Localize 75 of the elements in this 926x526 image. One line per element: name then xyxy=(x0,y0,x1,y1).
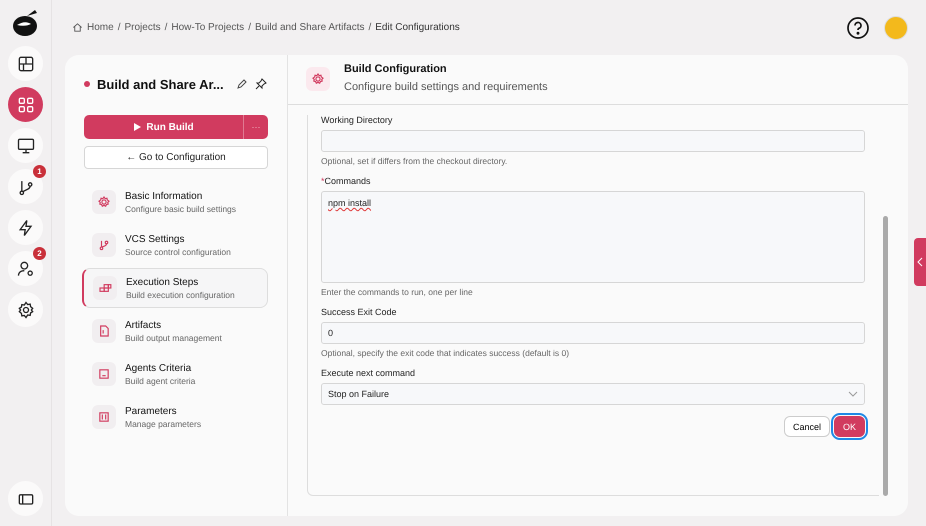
step-title: Parameters xyxy=(125,406,178,416)
step-subtitle: Configure basic build settings xyxy=(125,204,236,214)
step-subtitle: Build execution configuration xyxy=(126,290,235,300)
step-item[interactable]: Agents Criteria Build agent criteria xyxy=(82,354,268,394)
breadcrumb-link[interactable]: Build and Share Artifacts xyxy=(254,22,364,33)
step-title: Basic Information xyxy=(125,190,204,202)
breadcrumb-link[interactable]: Edit Configurations xyxy=(375,22,460,33)
help-icon[interactable] xyxy=(846,16,870,40)
run-build-button[interactable]: Run Build xyxy=(84,115,243,139)
layout-icon xyxy=(16,54,36,74)
blocks-icon xyxy=(93,276,117,300)
help-text: Enter the commands to run, one per line xyxy=(321,287,474,297)
breadcrumb-separator: / xyxy=(368,22,372,33)
branch-icon xyxy=(92,233,116,257)
user-gear-icon xyxy=(16,258,36,278)
monitor-icon xyxy=(16,136,36,156)
file-icon xyxy=(92,319,116,343)
count-badge: 2 xyxy=(33,247,46,260)
status-dot xyxy=(84,81,90,87)
step-item[interactable]: Basic Information Configure basic build settings xyxy=(82,182,268,222)
field-label: Success Exit Code xyxy=(321,307,398,317)
breadcrumb-link[interactable]: Home xyxy=(87,22,114,33)
apps-nav-button[interactable] xyxy=(8,87,43,122)
chevron-down-icon xyxy=(848,391,858,397)
sliders-icon xyxy=(92,405,116,429)
apps-icon xyxy=(16,94,36,114)
breadcrumb-separator: / xyxy=(118,22,120,33)
sidebar-toggle-button[interactable] xyxy=(8,481,43,516)
play-icon xyxy=(133,123,142,131)
step-title: Artifacts xyxy=(125,320,162,330)
field-label: Execute next command xyxy=(321,368,416,378)
monitor-nav-button[interactable] xyxy=(8,128,43,163)
commands-field[interactable]: npm install xyxy=(321,191,865,283)
ok-button[interactable]: OK xyxy=(834,416,865,437)
breadcrumb-separator: / xyxy=(248,22,251,33)
step-item[interactable]: Artifacts Build output management xyxy=(82,311,268,351)
pencil-icon[interactable] xyxy=(236,78,248,90)
step-subtitle: Build output management xyxy=(125,332,222,342)
breadcrumb-link[interactable]: How-To Projects xyxy=(171,22,244,33)
bolt-nav-button[interactable] xyxy=(8,210,43,245)
gear-nav-button[interactable] xyxy=(8,292,43,327)
input-field[interactable]: 0 xyxy=(321,322,865,344)
step-subtitle: Source control configuration xyxy=(125,246,231,256)
breadcrumb-link[interactable]: Projects xyxy=(124,22,161,33)
layout-nav-button[interactable] xyxy=(8,46,43,81)
collapse-panel-tab[interactable] xyxy=(914,238,926,286)
panel-subtitle: Configure build settings and requirements xyxy=(344,80,548,92)
count-badge: 1 xyxy=(33,165,46,178)
scrollbar-thumb[interactable] xyxy=(883,216,888,496)
chevron-left-icon xyxy=(917,257,923,267)
step-item[interactable]: Execution Steps Build execution configuration xyxy=(82,268,268,308)
gear-icon xyxy=(306,67,330,91)
field-label: Working Directory xyxy=(321,115,394,125)
gear-icon xyxy=(92,190,116,214)
step-subtitle: Build agent criteria xyxy=(125,376,196,386)
gear-icon xyxy=(16,300,36,320)
panel-title: Build Configuration xyxy=(344,62,448,74)
project-title: Build and Share Ar... xyxy=(97,76,224,92)
go-to-configuration-button[interactable]: ← Go to Configuration xyxy=(84,146,268,169)
agent-icon xyxy=(92,362,116,386)
cancel-button[interactable]: Cancel xyxy=(784,416,830,437)
step-item[interactable]: VCS Settings Source control configuration xyxy=(82,225,268,265)
field-label: *Commands xyxy=(321,176,372,186)
home-icon xyxy=(72,22,83,33)
select-field[interactable]: Stop on Failure xyxy=(321,383,865,405)
step-item[interactable]: Parameters Manage parameters xyxy=(82,397,268,437)
help-text: Optional, specify the exit code that indicates success (default is 0) xyxy=(321,348,570,358)
step-title: Agents Criteria xyxy=(125,362,192,374)
step-title: VCS Settings xyxy=(125,234,186,244)
pin-icon[interactable] xyxy=(254,78,267,90)
breadcrumb-separator: / xyxy=(164,22,168,33)
help-text: Optional, set if differs from the checkout directory. xyxy=(321,156,508,166)
step-title: Execution Steps xyxy=(126,276,200,288)
input-field[interactable] xyxy=(321,130,865,152)
step-subtitle: Manage parameters xyxy=(125,418,202,428)
